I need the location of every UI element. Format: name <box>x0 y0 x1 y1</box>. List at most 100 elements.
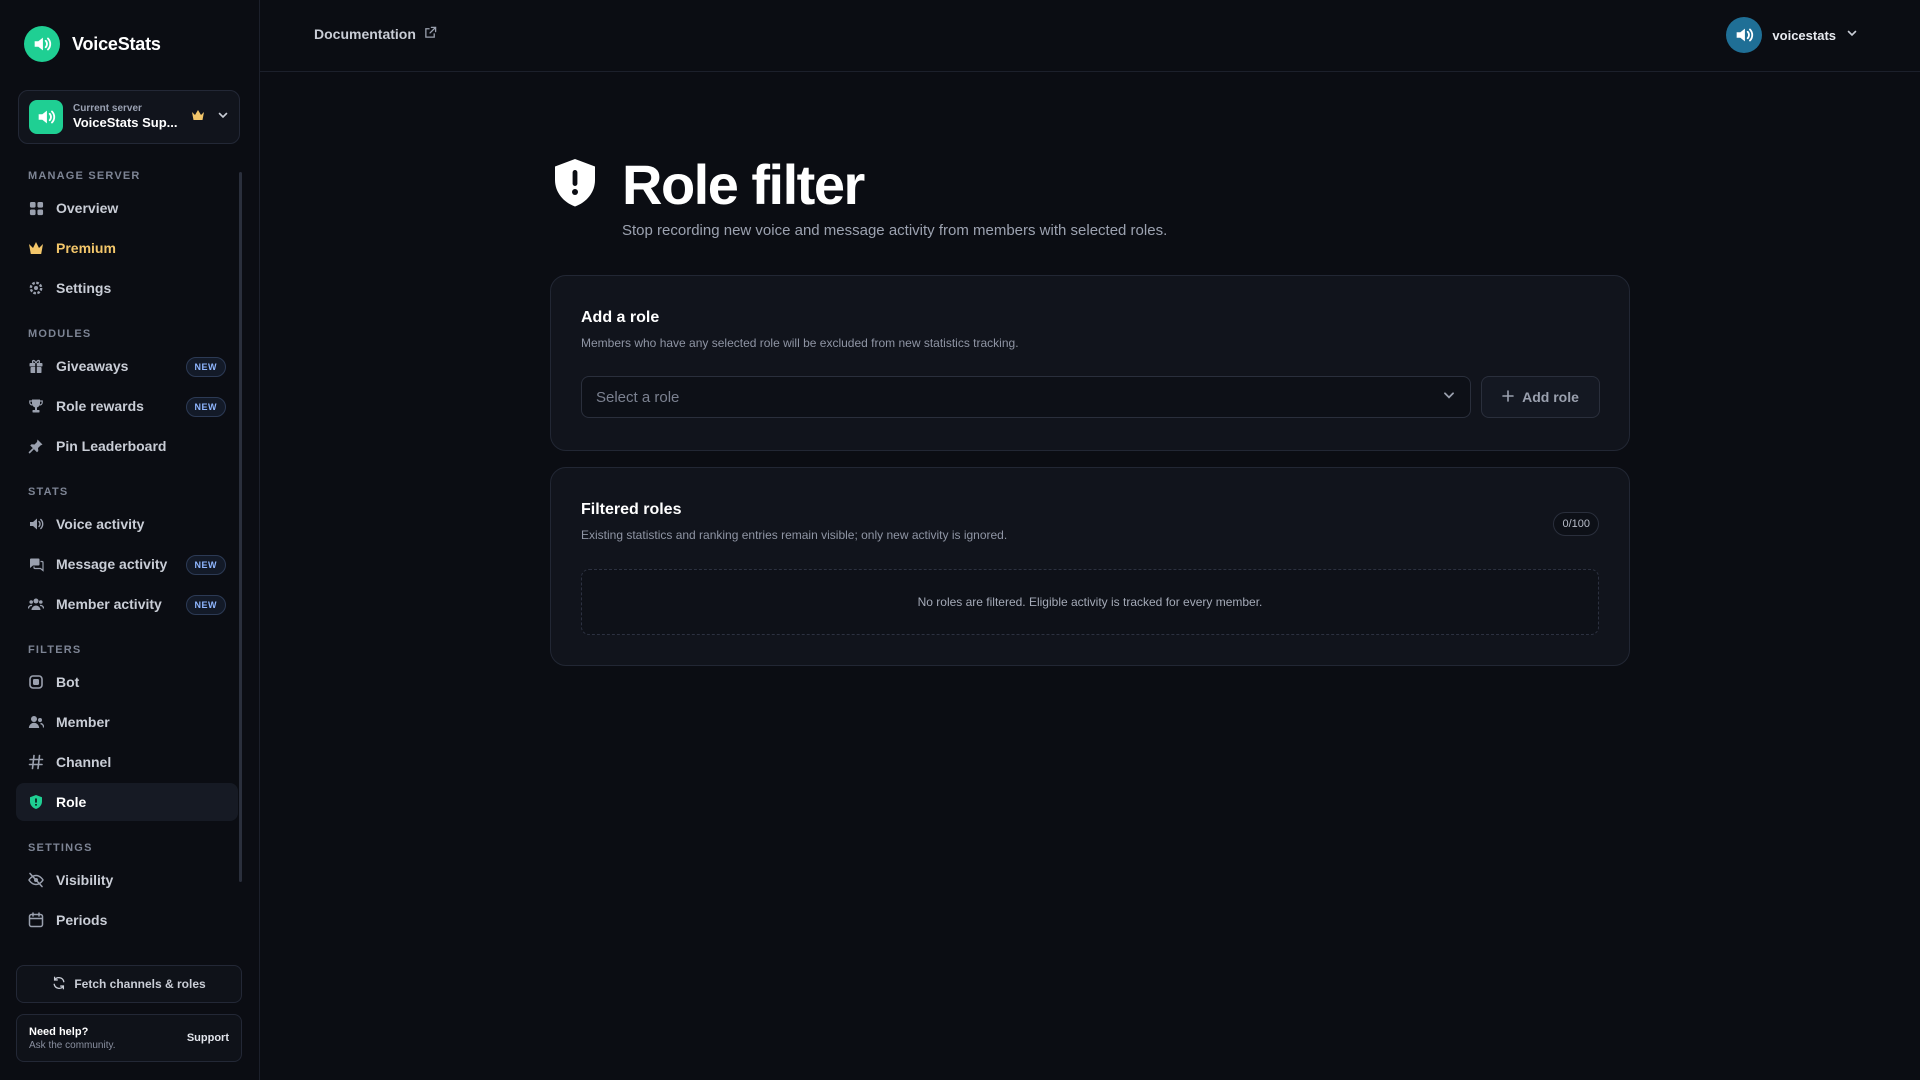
new-badge: NEW <box>185 555 226 575</box>
brand[interactable]: VoiceStats <box>24 26 161 62</box>
add-role-card: Add a role Members who have any selected… <box>550 275 1630 451</box>
sidebar-item-message-activity[interactable]: Message activity NEW <box>16 545 238 583</box>
filtered-roles-card: Filtered roles Existing statistics and r… <box>550 467 1630 666</box>
sidebar-item-visibility[interactable]: Visibility <box>16 861 238 899</box>
crown-icon <box>28 240 44 256</box>
sidebar-scrollbar[interactable] <box>239 172 242 882</box>
help-title: Need help? <box>29 1025 89 1038</box>
sidebar-item-label: Message activity <box>56 556 168 572</box>
sidebar-item-giveaways[interactable]: Giveaways NEW <box>16 347 238 385</box>
user-name: voicestats <box>1772 27 1836 43</box>
page-subtitle: Stop recording new voice and message act… <box>622 222 1168 239</box>
sidebar-item-role-rewards[interactable]: Role rewards NEW <box>16 387 238 425</box>
help-subtitle: Ask the community. <box>29 1039 116 1051</box>
topbar: Documentation voicestats <box>260 0 1920 72</box>
shield-alert-icon <box>552 158 598 213</box>
pin-icon <box>28 438 44 454</box>
avatar <box>1726 17 1763 53</box>
filtered-roles-title: Filtered roles <box>581 501 682 518</box>
sidebar-item-label: Bot <box>56 674 80 690</box>
add-role-title: Add a role <box>581 309 660 326</box>
new-badge: NEW <box>185 595 226 615</box>
sidebar-item-member-activity[interactable]: Member activity NEW <box>16 585 238 623</box>
sidebar-item-label: Settings <box>56 280 112 296</box>
trophy-icon <box>28 398 44 414</box>
fetch-label: Fetch channels & roles <box>74 977 206 991</box>
brand-name: VoiceStats <box>72 33 161 54</box>
shield-icon <box>28 794 44 810</box>
sidebar-item-label: Overview <box>56 200 119 216</box>
help-text: Need help? Ask the community. <box>29 1026 116 1051</box>
sidebar-item-member[interactable]: Member <box>16 703 238 741</box>
user-menu[interactable]: voicestats <box>1726 17 1858 53</box>
sidebar-item-overview[interactable]: Overview <box>16 189 238 227</box>
sidebar-item-label: Pin Leaderboard <box>56 438 167 454</box>
server-text: Current server VoiceStats Sup... <box>73 103 181 131</box>
sidebar-item-label: Periods <box>56 912 108 928</box>
users-icon <box>28 596 44 612</box>
role-select[interactable]: Select a role <box>581 376 1471 418</box>
server-name: VoiceStats Sup... <box>73 115 178 130</box>
add-role-button[interactable]: Add role <box>1481 376 1600 418</box>
sidebar-item-premium[interactable]: Premium <box>16 229 238 267</box>
app-root: VoiceStats Current server VoiceStats Sup… <box>0 0 1920 1080</box>
server-avatar-icon <box>29 100 63 134</box>
sidebar-item-label: Member activity <box>56 596 162 612</box>
chevron-down-icon <box>1442 388 1456 407</box>
sidebar-item-voice-activity[interactable]: Voice activity <box>16 505 238 543</box>
plus-icon <box>1502 389 1514 405</box>
eye-off-icon <box>28 872 44 888</box>
external-link-icon <box>424 26 437 42</box>
server-caption: Current server <box>73 103 142 114</box>
support-link[interactable]: Support <box>187 1032 229 1044</box>
section-stats: Stats <box>28 486 69 498</box>
new-badge: NEW <box>185 357 226 377</box>
new-badge: NEW <box>185 397 226 417</box>
section-manage-server: Manage server <box>28 170 141 182</box>
section-settings: Settings <box>28 842 93 854</box>
hash-icon <box>28 754 44 770</box>
grid-icon <box>28 200 44 216</box>
sidebar-item-periods[interactable]: Periods <box>16 901 238 939</box>
calendar-icon <box>28 912 44 928</box>
member-icon <box>28 714 44 730</box>
documentation-link[interactable]: Documentation <box>314 26 437 42</box>
sidebar-item-label: Premium <box>56 240 116 256</box>
sidebar-item-label: Visibility <box>56 872 114 888</box>
speaker-icon <box>28 516 44 532</box>
filtered-roles-description: Existing statistics and ranking entries … <box>581 528 1008 542</box>
gear-icon <box>28 280 44 296</box>
refresh-icon <box>52 976 66 993</box>
sidebar-item-settings[interactable]: Settings <box>16 269 238 307</box>
sidebar-item-label: Role <box>56 794 87 810</box>
sidebar-item-channel[interactable]: Channel <box>16 743 238 781</box>
sidebar-item-bot[interactable]: Bot <box>16 663 238 701</box>
page-title: Role filter <box>622 153 865 216</box>
sidebar-item-pin-leaderboard[interactable]: Pin Leaderboard <box>16 427 238 465</box>
sidebar: VoiceStats Current server VoiceStats Sup… <box>0 0 260 1080</box>
bot-icon <box>28 674 44 690</box>
filtered-count-badge: 0/100 <box>1553 512 1599 536</box>
chevron-down-icon <box>217 108 229 126</box>
gift-icon <box>28 358 44 374</box>
chevron-down-icon <box>1846 26 1858 44</box>
crown-icon <box>191 108 205 126</box>
sidebar-item-label: Giveaways <box>56 358 129 374</box>
add-role-label: Add role <box>1522 389 1579 405</box>
sidebar-item-role[interactable]: Role <box>16 783 238 821</box>
sidebar-item-label: Channel <box>56 754 112 770</box>
role-select-placeholder: Select a role <box>596 388 680 406</box>
sidebar-nav: Manage server Overview Premium Settings … <box>16 170 242 928</box>
section-filters: Filters <box>28 644 82 656</box>
help-card: Need help? Ask the community. Support <box>16 1014 242 1062</box>
empty-state: No roles are filtered. Eligible activity… <box>581 569 1599 635</box>
sidebar-item-label: Member <box>56 714 110 730</box>
sidebar-item-label: Role rewards <box>56 398 144 414</box>
documentation-label: Documentation <box>314 26 416 42</box>
add-role-description: Members who have any selected role will … <box>581 336 1019 350</box>
fetch-channels-roles-button[interactable]: Fetch channels & roles <box>16 965 242 1003</box>
chat-icon <box>28 556 44 572</box>
section-modules: Modules <box>28 328 92 340</box>
server-switcher[interactable]: Current server VoiceStats Sup... <box>18 90 240 144</box>
voicestats-logo-icon <box>24 26 60 62</box>
